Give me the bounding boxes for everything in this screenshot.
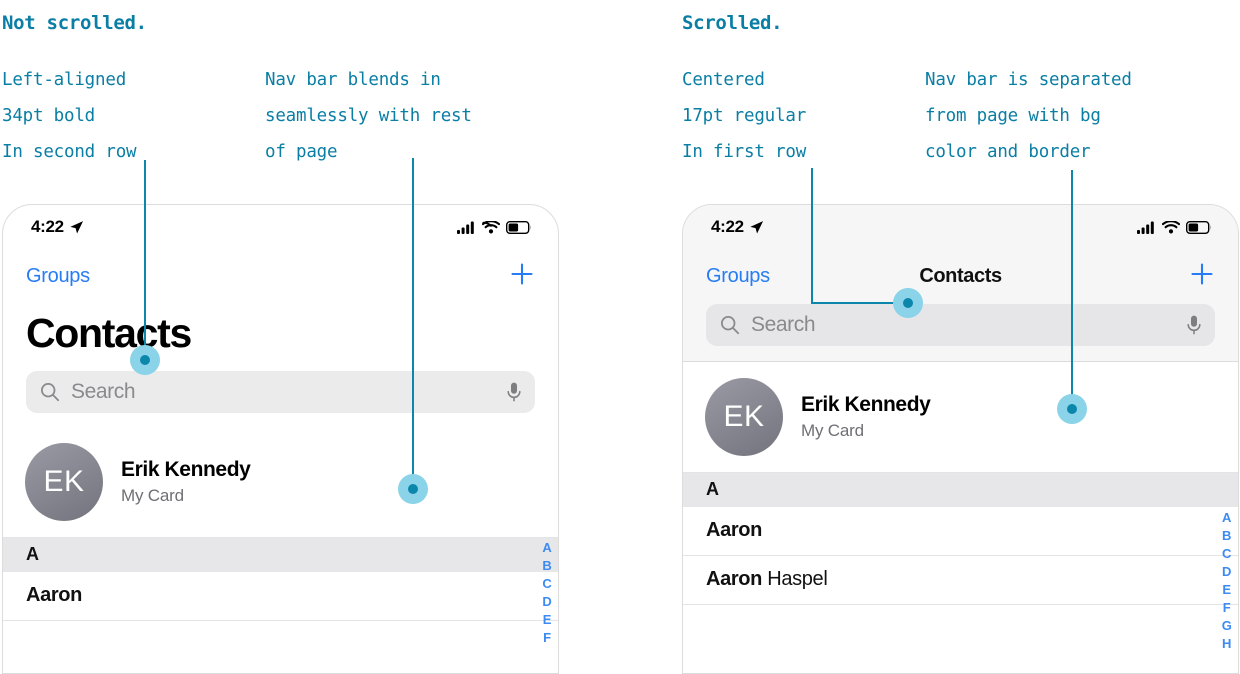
contact-name: Erik Kennedy <box>801 393 931 416</box>
callout-dot-1 <box>130 345 160 375</box>
status-bar: 4:22 <box>683 205 1238 249</box>
left-annotation-note-a: Left-aligned 34pt bold In second row <box>2 70 137 162</box>
callout-line-4 <box>1071 170 1073 409</box>
left-annotation-heading: Not scrolled. <box>2 12 147 34</box>
left-annotation-note-b: Nav bar blends in seamlessly with rest o… <box>265 70 472 162</box>
list-item-bold: Aaron <box>706 519 763 541</box>
battery-icon <box>1186 220 1212 234</box>
microphone-icon[interactable] <box>1186 314 1202 336</box>
search-field[interactable]: Search <box>26 371 535 413</box>
comparison-figure: Not scrolled. Left-aligned 34pt bold In … <box>0 0 1240 674</box>
right-annotation-note-a: Centered 17pt regular In first row <box>682 70 807 162</box>
alpha-index-letter[interactable]: A <box>542 539 552 557</box>
callout-dot-3 <box>893 288 923 318</box>
contact-name: Erik Kennedy <box>121 458 251 481</box>
alpha-index-letter[interactable]: D <box>542 593 552 611</box>
alpha-index-letter[interactable]: E <box>1222 581 1231 599</box>
list-item-bold: Aaron <box>26 584 83 606</box>
status-bar-time-group: 4:22 <box>31 217 84 237</box>
status-bar: 4:22 <box>3 205 558 249</box>
status-bar-indicators <box>1137 220 1212 234</box>
alpha-index-letter[interactable]: A <box>1222 509 1232 527</box>
plus-icon <box>1191 263 1213 285</box>
search-field[interactable]: Search <box>706 304 1215 346</box>
callout-dot-2 <box>398 474 428 504</box>
alpha-index-letter[interactable]: F <box>1223 599 1231 617</box>
status-time: 4:22 <box>31 217 64 236</box>
list-item-regular: Haspel <box>762 568 828 590</box>
plus-icon <box>511 263 533 285</box>
search-placeholder: Search <box>71 380 136 403</box>
add-contact-button[interactable] <box>1188 260 1216 293</box>
callout-line-1 <box>144 160 146 360</box>
alphabet-index-right[interactable]: A B C D E F G H <box>1222 509 1232 653</box>
search-icon <box>40 382 60 402</box>
search-placeholder: Search <box>751 313 816 336</box>
search-container: Search <box>3 371 558 413</box>
section-header-a: A <box>683 473 1238 507</box>
alpha-index-letter[interactable]: F <box>543 629 551 647</box>
alpha-index-letter[interactable]: E <box>543 611 552 629</box>
callout-line-2 <box>412 158 414 489</box>
contact-subtitle: My Card <box>121 486 184 505</box>
avatar: EK <box>25 443 103 521</box>
my-card-row[interactable]: EK Erik Kennedy My Card <box>683 362 1238 473</box>
status-bar-time-group: 4:22 <box>711 217 764 237</box>
nav-bar: Groups Contacts <box>683 249 1238 304</box>
alpha-index-letter[interactable]: C <box>542 575 552 593</box>
list-item-bold: Aaron <box>706 568 763 590</box>
location-arrow-icon <box>750 220 763 233</box>
alpha-index-letter[interactable]: H <box>1222 635 1232 653</box>
alpha-index-letter[interactable]: B <box>1222 527 1232 545</box>
list-item[interactable]: Aaron <box>3 572 558 621</box>
list-item[interactable]: Aaron <box>683 507 1238 556</box>
phone-mockup-not-scrolled: 4:22 Groups Contacts Search EK Erik Kenn… <box>2 204 559 674</box>
right-annotation-heading: Scrolled. <box>682 12 783 34</box>
battery-icon <box>506 220 532 234</box>
avatar: EK <box>705 378 783 456</box>
search-container: Search <box>683 304 1238 361</box>
callout-dot-4 <box>1057 394 1087 424</box>
cellular-bars-icon <box>457 221 474 234</box>
section-header-a: A <box>3 538 558 572</box>
nav-zone-separated: 4:22 Groups Contacts Search <box>683 205 1238 362</box>
alpha-index-letter[interactable]: C <box>1222 545 1232 563</box>
contact-subtitle: My Card <box>801 421 864 440</box>
my-card-text: Erik Kennedy My Card <box>121 458 251 506</box>
alphabet-index-left[interactable]: A B C D E F <box>542 539 552 647</box>
nav-back-button[interactable]: Groups <box>26 265 90 288</box>
status-bar-indicators <box>457 220 532 234</box>
list-item[interactable]: Aaron Haspel <box>683 556 1238 605</box>
alpha-index-letter[interactable]: D <box>1222 563 1232 581</box>
page-title: Contacts <box>26 310 192 356</box>
phone-mockup-scrolled: 4:22 Groups Contacts Search EK Erik Kenn… <box>682 204 1239 674</box>
right-annotation-note-b: Nav bar is separated from page with bg c… <box>925 70 1132 162</box>
my-card-text: Erik Kennedy My Card <box>801 393 931 441</box>
microphone-icon[interactable] <box>506 381 522 403</box>
search-icon <box>720 315 740 335</box>
callout-line-3-vertical <box>811 168 813 304</box>
alpha-index-letter[interactable]: B <box>542 557 552 575</box>
wifi-icon <box>482 220 500 233</box>
nav-bar: Groups <box>3 249 558 304</box>
add-contact-button[interactable] <box>508 260 536 293</box>
location-arrow-icon <box>70 220 83 233</box>
my-card-row[interactable]: EK Erik Kennedy My Card <box>3 427 558 538</box>
alpha-index-letter[interactable]: G <box>1222 617 1232 635</box>
status-time: 4:22 <box>711 217 744 236</box>
wifi-icon <box>1162 220 1180 233</box>
nav-back-button[interactable]: Groups <box>706 265 770 288</box>
cellular-bars-icon <box>1137 221 1154 234</box>
